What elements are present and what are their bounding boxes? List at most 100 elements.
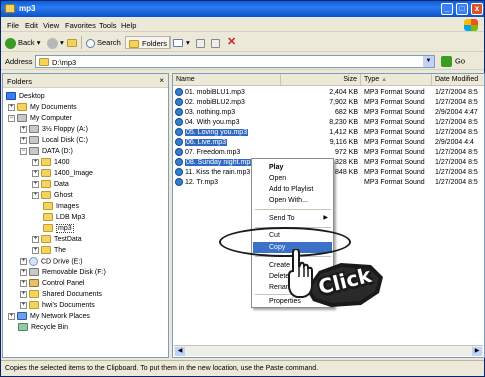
close-icon[interactable]: × xyxy=(159,76,164,85)
maximize-button[interactable]: □ xyxy=(456,3,468,15)
expand-icon[interactable]: + xyxy=(20,290,27,298)
file-name-cell: 03. nothing.mp3 xyxy=(175,108,235,118)
file-name-cell: 02. mobiBLU2.mp3 xyxy=(175,98,245,108)
expand-icon[interactable]: + xyxy=(8,312,15,320)
explorer-window: mp3 _ □ x File Edit View Favorites Tools… xyxy=(0,0,485,377)
column-header-name[interactable]: Name xyxy=(173,74,281,86)
tree-item-1400[interactable]: +1400 xyxy=(32,158,70,168)
views-button[interactable]: ▾ xyxy=(173,36,190,49)
expand-icon[interactable]: + xyxy=(20,125,27,133)
tree-item-mp3[interactable]: mp3 xyxy=(43,223,74,234)
menu-favorites[interactable]: Favorites xyxy=(65,21,96,30)
menu-item-send-to[interactable]: Send To ▶ xyxy=(253,213,332,224)
tree-item-ghost[interactable]: + Ghost xyxy=(32,191,73,201)
expand-icon[interactable]: + xyxy=(32,235,39,243)
tree-item-label: My Documents xyxy=(30,103,77,111)
copy-to-button[interactable] xyxy=(211,36,223,49)
collapse-icon[interactable]: − xyxy=(20,147,27,155)
column-header-size[interactable]: Size xyxy=(281,74,361,86)
expand-icon[interactable]: + xyxy=(8,103,15,111)
tree-item-my-computer[interactable]: − My Computer xyxy=(8,114,72,124)
chevron-down-icon[interactable]: ▼ xyxy=(423,56,434,67)
menu-item-open[interactable]: Open xyxy=(253,173,332,184)
status-text: Copies the selected items to the Clipboa… xyxy=(5,365,319,372)
file-row[interactable]: 03. nothing.mp3 682 KB MP3 Format Sound 2/9… xyxy=(173,108,484,118)
folders-button[interactable]: Folders xyxy=(125,36,172,49)
menu-view[interactable]: View xyxy=(43,21,59,30)
tree-item-recycle-bin[interactable]: Recycle Bin xyxy=(18,323,68,333)
address-input[interactable]: D:\mp3 ▼ xyxy=(35,55,435,68)
expand-icon[interactable]: + xyxy=(32,158,39,166)
tree-item-control-panel[interactable]: + Control Panel xyxy=(20,279,84,289)
tree-item-hwis-documents[interactable]: + hwi's Documents xyxy=(20,301,95,311)
tree-item-images[interactable]: Images xyxy=(43,202,79,212)
column-header-date[interactable]: Date Modified xyxy=(432,74,484,86)
tree-item-local-disk-c[interactable]: + Local Disk (C:) xyxy=(20,136,88,146)
file-type-cell: MP3 Format Sound xyxy=(364,109,425,116)
menu-item-add-to-playlist[interactable]: Add to Playlist xyxy=(253,184,332,195)
search-button[interactable]: Search xyxy=(86,36,121,49)
expand-icon[interactable]: + xyxy=(32,191,39,199)
tree-item-testdata[interactable]: + TestData xyxy=(32,235,82,245)
menu-help[interactable]: Help xyxy=(121,21,136,30)
horizontal-scrollbar[interactable]: ◀ ▶ xyxy=(174,345,483,356)
mp3-file-icon xyxy=(175,168,183,177)
menu-item-play[interactable]: Play xyxy=(253,162,332,173)
file-row[interactable]: 05. Loving you.mp3 1,412 KB MP3 Format Sou… xyxy=(173,128,484,138)
file-row[interactable]: 01. mobiBLU1.mp3 2,404 KB MP3 Format Sound… xyxy=(173,88,484,98)
collapse-icon[interactable]: − xyxy=(8,114,15,122)
tree-item-my-documents[interactable]: + My Documents xyxy=(8,103,77,113)
tree-item-ldb-mp3[interactable]: LDB Mp3 xyxy=(43,213,85,223)
menu-file[interactable]: File xyxy=(7,21,19,30)
back-button[interactable]: Back ▾ xyxy=(5,36,41,49)
tree-item-label: hwi's Documents xyxy=(42,301,95,309)
expand-icon[interactable]: + xyxy=(20,258,27,265)
scroll-right-icon[interactable]: ▶ xyxy=(472,347,482,356)
delete-icon[interactable]: ✕ xyxy=(227,36,236,49)
move-to-button[interactable] xyxy=(196,36,208,49)
expand-icon[interactable]: + xyxy=(20,301,27,309)
tree-item-data[interactable]: + Data xyxy=(32,180,69,190)
folders-pane-title: Folders xyxy=(7,77,33,86)
column-header-type[interactable]: Type ▲ xyxy=(361,74,432,86)
menu-separator xyxy=(255,209,331,210)
expand-icon[interactable]: + xyxy=(32,180,39,188)
tree-item-floppy[interactable]: +3½ Floppy (A:) xyxy=(20,125,88,135)
scroll-left-icon[interactable]: ◀ xyxy=(175,347,185,356)
up-folder-button[interactable] xyxy=(67,36,80,49)
computer-icon xyxy=(17,114,27,122)
tree-item-cd-drive[interactable]: + CD Drive (E:) xyxy=(20,257,83,267)
file-date-cell: 1/27/2004 8:5 xyxy=(435,149,478,156)
tree-item-data-d[interactable]: − DATA (D:) xyxy=(20,147,73,157)
title-bar[interactable]: mp3 _ □ x xyxy=(1,1,484,17)
file-row[interactable]: 02. mobiBLU2.mp3 7,902 KB MP3 Format Sound… xyxy=(173,98,484,108)
menu-tools[interactable]: Tools xyxy=(99,21,117,30)
expand-icon[interactable]: + xyxy=(32,246,39,254)
file-row[interactable]: 06. Live.mp3 9,116 KB MP3 Format Sound 2/9/… xyxy=(173,138,484,148)
tree-item-desktop[interactable]: Desktop xyxy=(6,92,45,102)
expand-icon[interactable]: + xyxy=(20,268,27,276)
go-button[interactable]: Go xyxy=(441,56,465,67)
menu-item-open-with[interactable]: Open With... xyxy=(253,195,332,206)
minimize-button[interactable]: _ xyxy=(441,3,453,15)
file-row[interactable]: 07. Freedom.mp3 972 KB MP3 Format Sound 1/2… xyxy=(173,148,484,158)
folders-icon xyxy=(129,40,139,49)
expand-icon[interactable]: + xyxy=(32,169,39,177)
network-icon xyxy=(17,312,27,320)
tree-item-shared-documents[interactable]: + Shared Documents xyxy=(20,290,102,300)
tree-item-removable-disk[interactable]: + Removable Disk (F:) xyxy=(20,268,106,278)
file-type-cell: MP3 Format Sound xyxy=(364,149,425,156)
file-name-cell: 08. Sunday night.mp3 xyxy=(175,158,256,168)
file-row[interactable]: 04. With you.mp3 8,230 KB MP3 Format Sound… xyxy=(173,118,484,128)
close-button[interactable]: x xyxy=(471,3,483,15)
open-folder-icon xyxy=(43,224,53,232)
folder-icon xyxy=(29,290,39,298)
tree-item-1400-image[interactable]: +1400_Image xyxy=(32,169,93,179)
tree-item-my-network-places[interactable]: + My Network Places xyxy=(8,312,90,322)
expand-icon[interactable]: + xyxy=(20,136,27,144)
tree-item-the[interactable]: + The xyxy=(32,246,66,256)
expand-icon[interactable]: + xyxy=(20,279,27,287)
menu-edit[interactable]: Edit xyxy=(25,21,38,30)
forward-button[interactable]: ▾ xyxy=(47,36,64,49)
file-size-cell: 9,116 KB xyxy=(329,139,358,146)
